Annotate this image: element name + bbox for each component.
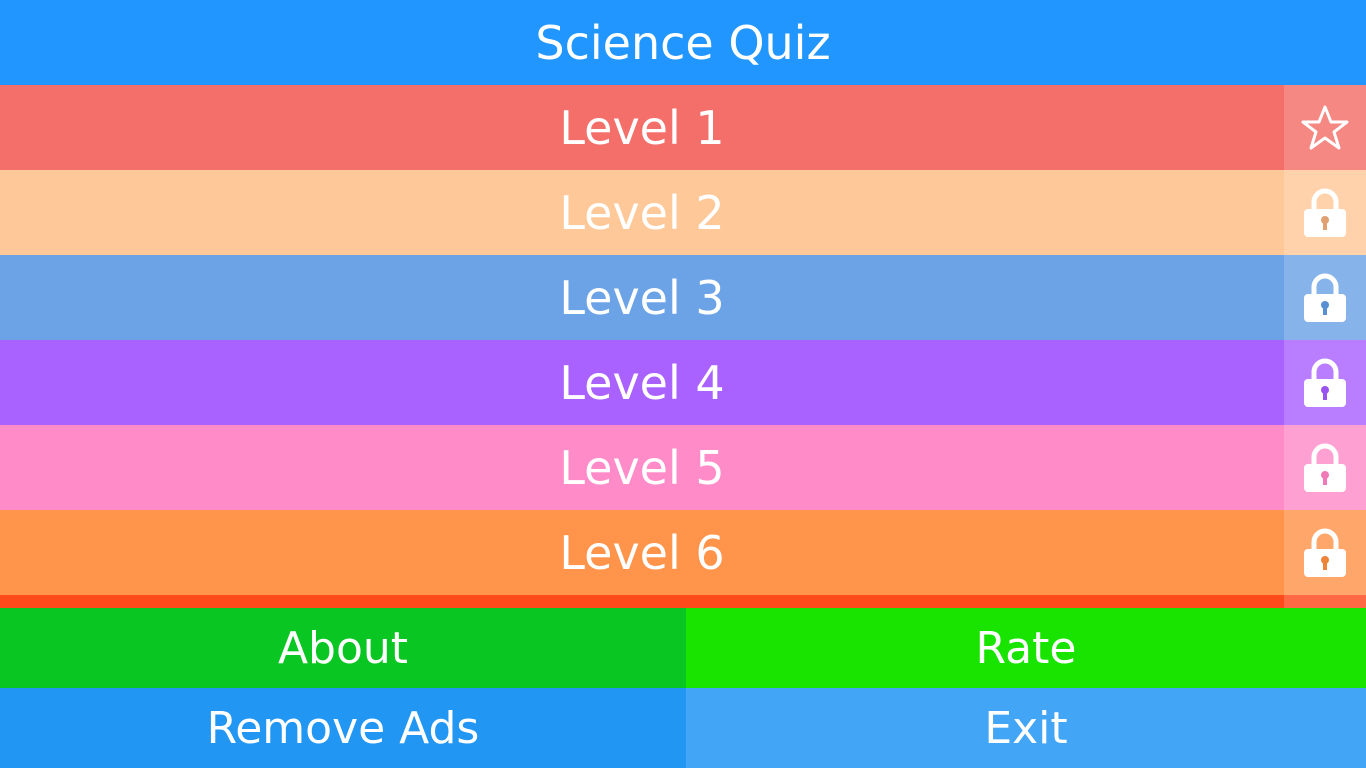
star-icon [1301, 105, 1349, 149]
level-1-status [1284, 85, 1366, 170]
level-row-4: Level 4 [0, 340, 1366, 425]
level-row-7-partial[interactable] [0, 595, 1366, 608]
level-6-status [1284, 510, 1366, 595]
lock-icon [1304, 358, 1346, 407]
level-label: Level 6 [559, 525, 725, 580]
level-label: Level 1 [559, 100, 725, 155]
level-3-button[interactable]: Level 3 [0, 255, 1284, 340]
level-7-status-partial [1284, 595, 1366, 608]
level-row-1: Level 1 [0, 85, 1366, 170]
rate-label: Rate [975, 622, 1077, 674]
lock-icon [1304, 273, 1346, 322]
level-2-button[interactable]: Level 2 [0, 170, 1284, 255]
level-label: Level 4 [559, 355, 725, 410]
level-row-3: Level 3 [0, 255, 1366, 340]
level-7-button-partial[interactable] [0, 595, 1284, 608]
level-list[interactable]: Level 1 Level 2 Level 3 Level 4 Level 5 … [0, 85, 1366, 608]
lock-icon [1304, 528, 1346, 577]
level-5-status [1284, 425, 1366, 510]
level-4-button[interactable]: Level 4 [0, 340, 1284, 425]
level-label: Level 2 [559, 185, 725, 240]
level-6-button[interactable]: Level 6 [0, 510, 1284, 595]
level-row-5: Level 5 [0, 425, 1366, 510]
level-row-2: Level 2 [0, 170, 1366, 255]
exit-label: Exit [984, 702, 1068, 754]
lock-icon [1304, 188, 1346, 237]
level-label: Level 5 [559, 440, 725, 495]
level-5-button[interactable]: Level 5 [0, 425, 1284, 510]
lock-icon [1304, 443, 1346, 492]
remove-ads-button[interactable]: Remove Ads [0, 688, 686, 768]
rate-button[interactable]: Rate [686, 608, 1366, 688]
app-screen: Science Quiz Level 1 Level 2 Level 3 Lev… [0, 0, 1366, 768]
level-label: Level 3 [559, 270, 725, 325]
level-row-6: Level 6 [0, 510, 1366, 595]
app-header: Science Quiz [0, 0, 1366, 85]
level-1-button[interactable]: Level 1 [0, 85, 1284, 170]
exit-button[interactable]: Exit [686, 688, 1366, 768]
remove-ads-label: Remove Ads [206, 702, 480, 754]
page-title: Science Quiz [535, 15, 831, 70]
level-2-status [1284, 170, 1366, 255]
level-4-status [1284, 340, 1366, 425]
about-button[interactable]: About [0, 608, 686, 688]
about-label: About [277, 622, 409, 674]
level-3-status [1284, 255, 1366, 340]
